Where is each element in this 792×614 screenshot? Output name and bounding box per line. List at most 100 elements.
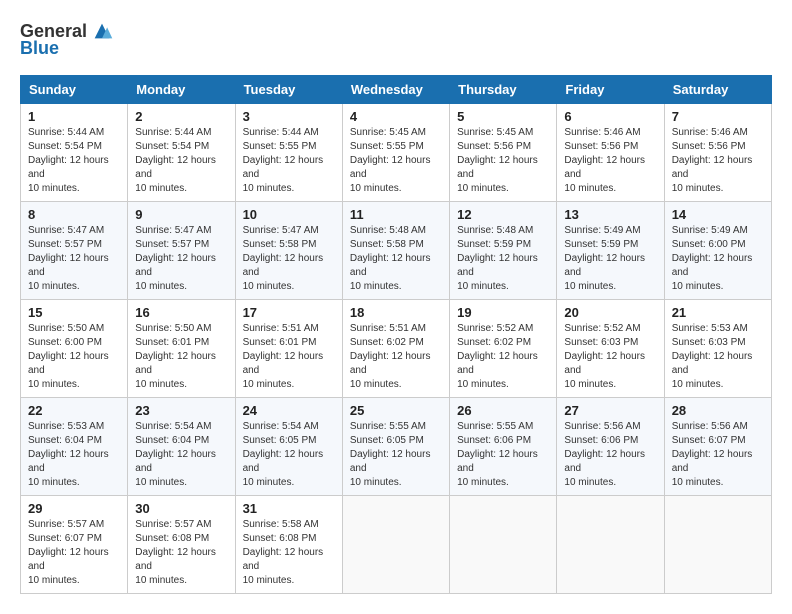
- calendar-cell: 23 Sunrise: 5:54 AM Sunset: 6:04 PM Dayl…: [128, 398, 235, 496]
- day-info: Sunrise: 5:53 AM Sunset: 6:04 PM Dayligh…: [28, 420, 120, 490]
- weekday-header-tuesday: Tuesday: [235, 76, 342, 104]
- calendar-week-row: 1 Sunrise: 5:44 AM Sunset: 5:54 PM Dayli…: [21, 104, 772, 202]
- day-info: Sunrise: 5:52 AM Sunset: 6:03 PM Dayligh…: [564, 322, 656, 392]
- day-number: 18: [350, 305, 442, 320]
- weekday-header-sunday: Sunday: [21, 76, 128, 104]
- day-number: 5: [457, 109, 549, 124]
- weekday-header-wednesday: Wednesday: [342, 76, 449, 104]
- calendar-cell: 8 Sunrise: 5:47 AM Sunset: 5:57 PM Dayli…: [21, 202, 128, 300]
- day-info: Sunrise: 5:58 AM Sunset: 6:08 PM Dayligh…: [243, 518, 335, 588]
- day-number: 20: [564, 305, 656, 320]
- day-info: Sunrise: 5:44 AM Sunset: 5:55 PM Dayligh…: [243, 126, 335, 196]
- day-info: Sunrise: 5:55 AM Sunset: 6:06 PM Dayligh…: [457, 420, 549, 490]
- logo-icon: [91, 20, 113, 42]
- day-info: Sunrise: 5:48 AM Sunset: 5:59 PM Dayligh…: [457, 224, 549, 294]
- day-number: 12: [457, 207, 549, 222]
- day-number: 7: [672, 109, 764, 124]
- calendar-cell: 19 Sunrise: 5:52 AM Sunset: 6:02 PM Dayl…: [450, 300, 557, 398]
- page-header: General Blue: [20, 20, 772, 59]
- calendar-cell: 14 Sunrise: 5:49 AM Sunset: 6:00 PM Dayl…: [664, 202, 771, 300]
- calendar-cell: 2 Sunrise: 5:44 AM Sunset: 5:54 PM Dayli…: [128, 104, 235, 202]
- calendar-cell: 12 Sunrise: 5:48 AM Sunset: 5:59 PM Dayl…: [450, 202, 557, 300]
- day-number: 16: [135, 305, 227, 320]
- calendar-cell: 24 Sunrise: 5:54 AM Sunset: 6:05 PM Dayl…: [235, 398, 342, 496]
- day-number: 31: [243, 501, 335, 516]
- calendar-cell: 15 Sunrise: 5:50 AM Sunset: 6:00 PM Dayl…: [21, 300, 128, 398]
- day-number: 14: [672, 207, 764, 222]
- calendar-cell: 29 Sunrise: 5:57 AM Sunset: 6:07 PM Dayl…: [21, 496, 128, 594]
- day-info: Sunrise: 5:46 AM Sunset: 5:56 PM Dayligh…: [564, 126, 656, 196]
- day-info: Sunrise: 5:45 AM Sunset: 5:56 PM Dayligh…: [457, 126, 549, 196]
- calendar-cell: 26 Sunrise: 5:55 AM Sunset: 6:06 PM Dayl…: [450, 398, 557, 496]
- day-info: Sunrise: 5:50 AM Sunset: 6:00 PM Dayligh…: [28, 322, 120, 392]
- day-number: 8: [28, 207, 120, 222]
- calendar-cell: [450, 496, 557, 594]
- day-info: Sunrise: 5:47 AM Sunset: 5:57 PM Dayligh…: [28, 224, 120, 294]
- day-info: Sunrise: 5:52 AM Sunset: 6:02 PM Dayligh…: [457, 322, 549, 392]
- calendar-cell: 11 Sunrise: 5:48 AM Sunset: 5:58 PM Dayl…: [342, 202, 449, 300]
- day-info: Sunrise: 5:51 AM Sunset: 6:01 PM Dayligh…: [243, 322, 335, 392]
- day-info: Sunrise: 5:54 AM Sunset: 6:04 PM Dayligh…: [135, 420, 227, 490]
- day-info: Sunrise: 5:50 AM Sunset: 6:01 PM Dayligh…: [135, 322, 227, 392]
- day-info: Sunrise: 5:47 AM Sunset: 5:57 PM Dayligh…: [135, 224, 227, 294]
- calendar-cell: 5 Sunrise: 5:45 AM Sunset: 5:56 PM Dayli…: [450, 104, 557, 202]
- calendar-cell: 27 Sunrise: 5:56 AM Sunset: 6:06 PM Dayl…: [557, 398, 664, 496]
- day-info: Sunrise: 5:48 AM Sunset: 5:58 PM Dayligh…: [350, 224, 442, 294]
- day-info: Sunrise: 5:45 AM Sunset: 5:55 PM Dayligh…: [350, 126, 442, 196]
- calendar-cell: 10 Sunrise: 5:47 AM Sunset: 5:58 PM Dayl…: [235, 202, 342, 300]
- calendar-cell: 28 Sunrise: 5:56 AM Sunset: 6:07 PM Dayl…: [664, 398, 771, 496]
- calendar-cell: 18 Sunrise: 5:51 AM Sunset: 6:02 PM Dayl…: [342, 300, 449, 398]
- calendar-cell: 7 Sunrise: 5:46 AM Sunset: 5:56 PM Dayli…: [664, 104, 771, 202]
- day-info: Sunrise: 5:49 AM Sunset: 5:59 PM Dayligh…: [564, 224, 656, 294]
- logo: General Blue: [20, 20, 113, 59]
- day-number: 23: [135, 403, 227, 418]
- calendar-cell: 1 Sunrise: 5:44 AM Sunset: 5:54 PM Dayli…: [21, 104, 128, 202]
- day-number: 9: [135, 207, 227, 222]
- calendar-cell: 22 Sunrise: 5:53 AM Sunset: 6:04 PM Dayl…: [21, 398, 128, 496]
- day-number: 24: [243, 403, 335, 418]
- day-number: 25: [350, 403, 442, 418]
- day-number: 4: [350, 109, 442, 124]
- calendar-week-row: 15 Sunrise: 5:50 AM Sunset: 6:00 PM Dayl…: [21, 300, 772, 398]
- day-info: Sunrise: 5:44 AM Sunset: 5:54 PM Dayligh…: [135, 126, 227, 196]
- calendar-cell: 13 Sunrise: 5:49 AM Sunset: 5:59 PM Dayl…: [557, 202, 664, 300]
- day-info: Sunrise: 5:54 AM Sunset: 6:05 PM Dayligh…: [243, 420, 335, 490]
- calendar-week-row: 22 Sunrise: 5:53 AM Sunset: 6:04 PM Dayl…: [21, 398, 772, 496]
- day-info: Sunrise: 5:57 AM Sunset: 6:07 PM Dayligh…: [28, 518, 120, 588]
- calendar-cell: 20 Sunrise: 5:52 AM Sunset: 6:03 PM Dayl…: [557, 300, 664, 398]
- weekday-header-friday: Friday: [557, 76, 664, 104]
- day-number: 28: [672, 403, 764, 418]
- calendar-week-row: 8 Sunrise: 5:47 AM Sunset: 5:57 PM Dayli…: [21, 202, 772, 300]
- calendar-table: SundayMondayTuesdayWednesdayThursdayFrid…: [20, 75, 772, 594]
- weekday-header-row: SundayMondayTuesdayWednesdayThursdayFrid…: [21, 76, 772, 104]
- calendar-cell: [557, 496, 664, 594]
- day-number: 13: [564, 207, 656, 222]
- calendar-cell: 6 Sunrise: 5:46 AM Sunset: 5:56 PM Dayli…: [557, 104, 664, 202]
- day-number: 30: [135, 501, 227, 516]
- calendar-cell: 4 Sunrise: 5:45 AM Sunset: 5:55 PM Dayli…: [342, 104, 449, 202]
- day-number: 11: [350, 207, 442, 222]
- day-number: 26: [457, 403, 549, 418]
- calendar-cell: [342, 496, 449, 594]
- weekday-header-saturday: Saturday: [664, 76, 771, 104]
- calendar-week-row: 29 Sunrise: 5:57 AM Sunset: 6:07 PM Dayl…: [21, 496, 772, 594]
- day-number: 19: [457, 305, 549, 320]
- calendar-cell: 3 Sunrise: 5:44 AM Sunset: 5:55 PM Dayli…: [235, 104, 342, 202]
- day-number: 1: [28, 109, 120, 124]
- day-info: Sunrise: 5:55 AM Sunset: 6:05 PM Dayligh…: [350, 420, 442, 490]
- calendar-cell: 21 Sunrise: 5:53 AM Sunset: 6:03 PM Dayl…: [664, 300, 771, 398]
- calendar-cell: 31 Sunrise: 5:58 AM Sunset: 6:08 PM Dayl…: [235, 496, 342, 594]
- weekday-header-monday: Monday: [128, 76, 235, 104]
- calendar-cell: 9 Sunrise: 5:47 AM Sunset: 5:57 PM Dayli…: [128, 202, 235, 300]
- calendar-cell: 30 Sunrise: 5:57 AM Sunset: 6:08 PM Dayl…: [128, 496, 235, 594]
- calendar-cell: 16 Sunrise: 5:50 AM Sunset: 6:01 PM Dayl…: [128, 300, 235, 398]
- day-info: Sunrise: 5:53 AM Sunset: 6:03 PM Dayligh…: [672, 322, 764, 392]
- day-number: 2: [135, 109, 227, 124]
- weekday-header-thursday: Thursday: [450, 76, 557, 104]
- day-info: Sunrise: 5:44 AM Sunset: 5:54 PM Dayligh…: [28, 126, 120, 196]
- day-info: Sunrise: 5:47 AM Sunset: 5:58 PM Dayligh…: [243, 224, 335, 294]
- day-number: 10: [243, 207, 335, 222]
- day-number: 17: [243, 305, 335, 320]
- day-info: Sunrise: 5:56 AM Sunset: 6:06 PM Dayligh…: [564, 420, 656, 490]
- day-info: Sunrise: 5:56 AM Sunset: 6:07 PM Dayligh…: [672, 420, 764, 490]
